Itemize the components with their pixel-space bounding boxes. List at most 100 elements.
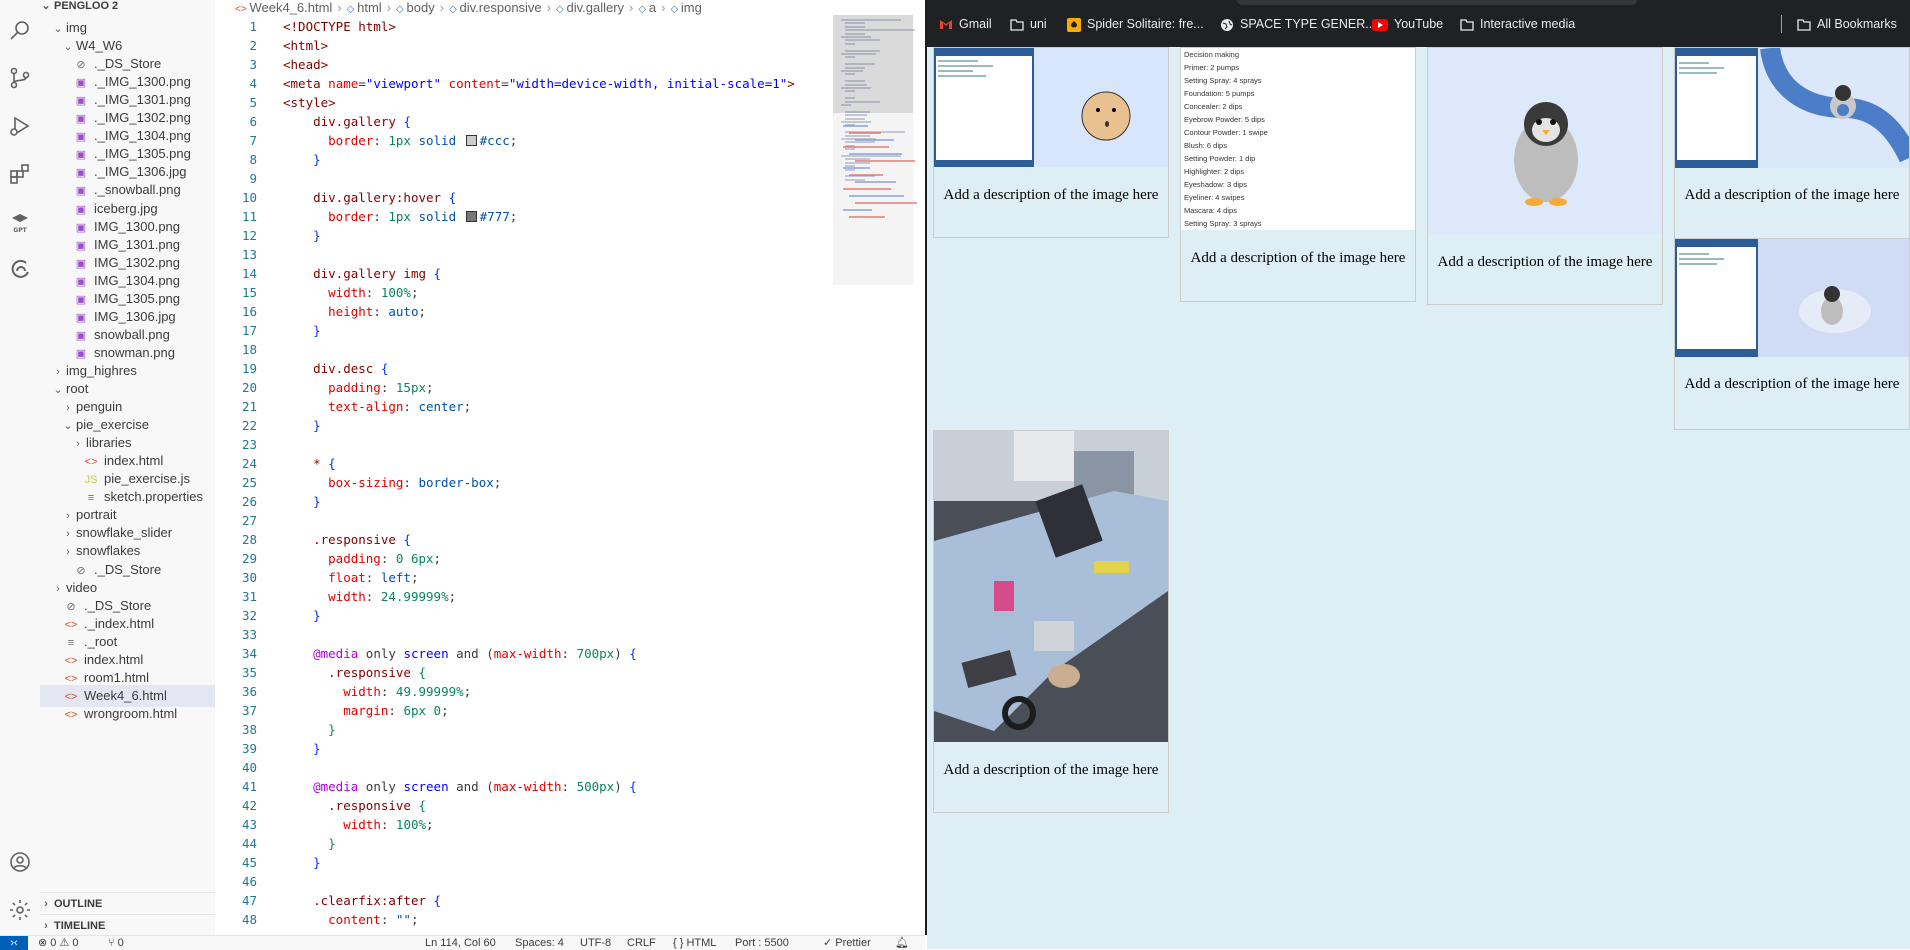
- gallery-image[interactable]: [1675, 239, 1909, 357]
- remote-indicator-icon[interactable]: ›‹: [0, 936, 28, 950]
- explorer-item-label: ._IMG_1304.png: [94, 128, 191, 144]
- code-token: .responsive: [328, 798, 411, 813]
- explorer-item-label: IMG_1306.jpg: [94, 308, 176, 324]
- gallery-image[interactable]: [934, 431, 1168, 742]
- problems-indicator[interactable]: ⊗ 0 ⚠ 0: [38, 936, 78, 950]
- timeline-section[interactable]: › TIMELINE: [40, 914, 215, 935]
- code-token: only: [365, 779, 396, 794]
- gallery-item[interactable]: Add a description of the image here: [1427, 47, 1663, 305]
- bookmark-label: SPACE TYPE GENER...: [1240, 17, 1376, 31]
- breadcrumb-item[interactable]: img: [681, 0, 702, 15]
- edge-browser-icon[interactable]: [8, 258, 32, 282]
- gallery-image[interactable]: [1675, 48, 1909, 168]
- bookmark-label: Interactive media: [1480, 17, 1576, 31]
- folder-icon: [1797, 19, 1811, 31]
- chevron-right-icon: ›: [386, 0, 392, 15]
- chevron-right-icon: ›: [44, 920, 48, 932]
- bookmark-uni[interactable]: uni: [1010, 14, 1047, 34]
- bookmark-interactive-media[interactable]: Interactive media: [1460, 14, 1575, 34]
- code-token: solid: [418, 133, 457, 148]
- gallery-image[interactable]: [934, 48, 1168, 167]
- code-token: <style>: [283, 95, 336, 110]
- minimap-slider[interactable]: [833, 15, 913, 113]
- explorer-file[interactable]: <> wrongroom.html: [40, 703, 215, 725]
- code-token: width: [343, 684, 381, 699]
- breadcrumb-item[interactable]: div.gallery: [566, 0, 624, 15]
- source-control-icon[interactable]: [8, 66, 32, 90]
- makeup-list: Decision making Primer: 2 pumps Setting Sp…: [1181, 48, 1415, 230]
- account-icon[interactable]: [8, 850, 32, 874]
- gpt-icon[interactable]: GPT: [8, 210, 32, 234]
- breadcrumb-item[interactable]: div.responsive: [460, 0, 542, 15]
- breadcrumb-item[interactable]: body: [407, 0, 435, 15]
- explorer-item-label: wrongroom.html: [84, 705, 178, 721]
- encoding-indicator[interactable]: UTF-8: [580, 936, 611, 950]
- live-server-port[interactable]: Port : 5500: [735, 936, 789, 950]
- penguin-illustration: [1428, 48, 1662, 234]
- workspace-root[interactable]: ⌄ PENGLOO 2: [40, 0, 215, 17]
- language-mode[interactable]: { } HTML: [673, 936, 716, 950]
- gallery-item[interactable]: Add a description of the image here: [933, 47, 1169, 238]
- bookmark-space-type[interactable]: SPACE TYPE GENER...: [1220, 14, 1376, 34]
- minimap-line: [843, 209, 872, 211]
- color-swatch-icon[interactable]: [465, 211, 477, 222]
- explorer-item-label: ._index.html: [84, 615, 155, 631]
- all-bookmarks[interactable]: All Bookmarks: [1797, 14, 1897, 34]
- bookmark-youtube[interactable]: YouTube: [1372, 14, 1443, 34]
- cursor-position[interactable]: Ln 114, Col 60: [425, 936, 496, 950]
- makeup-list-item: Eyebrow Powder: 5 dips: [1184, 115, 1265, 124]
- color-swatch-icon[interactable]: [465, 135, 477, 146]
- gallery-item[interactable]: Add a description of the image here: [1674, 47, 1910, 239]
- gallery-image[interactable]: Decision making Primer: 2 pumps Setting Sp…: [1181, 48, 1415, 230]
- code-token: 1px: [388, 133, 411, 148]
- makeup-list-item: Concealer: 2 dips: [1184, 102, 1243, 111]
- notifications-bell-icon[interactable]: 🔔︎: [895, 936, 909, 950]
- indentation-indicator[interactable]: Spaces: 4: [515, 936, 564, 950]
- eol-indicator[interactable]: CRLF: [627, 936, 656, 950]
- minimap-line: [855, 160, 915, 162]
- explorer-item-label: snowflakes: [76, 543, 141, 559]
- code-token: and: [456, 779, 479, 794]
- element-symbol-icon: ◇: [346, 4, 358, 15]
- explorer-item-label: ._DS_Store: [94, 561, 162, 577]
- bookmark-gmail[interactable]: Gmail: [939, 14, 992, 34]
- bookmark-label: All Bookmarks: [1817, 17, 1897, 31]
- code-token: "width=device-width, initial-scale=1": [508, 76, 788, 91]
- run-debug-icon[interactable]: [8, 114, 32, 138]
- explorer-item-label: sketch.properties: [104, 489, 203, 505]
- explorer-item-label: video: [66, 579, 98, 595]
- minimap-line: [843, 167, 870, 169]
- bookmarks-bar: Gmail uni Spider Solitaire: fre... SPACE…: [927, 0, 1910, 47]
- minimap-line: [845, 148, 855, 151]
- gallery-item[interactable]: Add a description of the image here: [1674, 238, 1910, 430]
- outline-section[interactable]: › OUTLINE: [40, 892, 215, 915]
- code-token: padding: [328, 551, 381, 566]
- breadcrumb-item[interactable]: a: [649, 0, 656, 15]
- ports-indicator[interactable]: ⑂ 0: [108, 936, 124, 950]
- minimap-line: [849, 216, 885, 218]
- gallery-item[interactable]: Add a description of the image here: [933, 430, 1169, 813]
- minimap-line: [845, 117, 865, 120]
- explorer-search-icon[interactable]: [8, 18, 32, 42]
- code-editor[interactable]: <> Week4_6.html › ◇ html › ◇ body › ◇ div.resp…: [215, 0, 925, 935]
- code-token: >: [787, 76, 795, 91]
- settings-gear-icon[interactable]: [8, 898, 32, 922]
- code-token: 49.99999%: [395, 684, 464, 699]
- code-token: center: [418, 399, 464, 414]
- chevron-right-icon: ›: [44, 898, 48, 910]
- breadcrumb-item[interactable]: Week4_6.html: [249, 0, 332, 15]
- explorer-item-label: Week4_6.html: [84, 687, 167, 703]
- breadcrumb-item[interactable]: html: [357, 0, 382, 15]
- gallery-description: Add a description of the image here: [943, 187, 1159, 203]
- gallery-item[interactable]: Decision making Primer: 2 pumps Setting Sp…: [1180, 47, 1416, 302]
- explorer-item-label: W4_W6: [76, 38, 123, 54]
- bookmark-spider-solitaire[interactable]: Spider Solitaire: fre...: [1067, 14, 1204, 34]
- address-bar[interactable]: [1237, 0, 1637, 5]
- explorer-item-label: ._IMG_1301.png: [94, 92, 191, 108]
- prettier-indicator[interactable]: ✓ Prettier: [823, 936, 871, 950]
- explorer-item-label: pie_exercise.js: [104, 471, 190, 487]
- makeup-list-item: Setting Powder: 1 dip: [1184, 154, 1256, 163]
- gallery-image[interactable]: [1428, 48, 1662, 234]
- explorer-item-label: ._snowball.png: [94, 182, 181, 198]
- extensions-icon[interactable]: [8, 162, 32, 186]
